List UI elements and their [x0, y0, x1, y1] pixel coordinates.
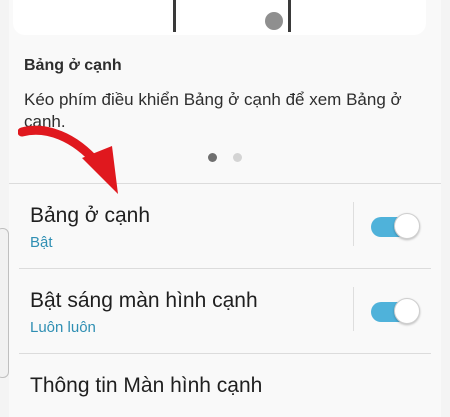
setting-status: Luôn luôn [30, 319, 96, 336]
toggle-knob [394, 298, 420, 324]
edge-panel-handle[interactable] [0, 228, 9, 378]
red-curved-arrow-icon [18, 125, 118, 194]
setting-row-edge-lighting[interactable]: Bật sáng màn hình cạnh Luôn luôn [9, 269, 441, 353]
setting-title: Bật sáng màn hình cạnh [30, 289, 258, 312]
edge-panel-info-title: Bảng ở cạnh [24, 57, 122, 74]
edge-panel-preview [13, 0, 426, 35]
toggle-knob [394, 213, 420, 239]
page-indicator [208, 153, 242, 163]
preview-handle-dot [265, 12, 283, 30]
page-dot-active [208, 153, 217, 162]
setting-status: Bật [30, 234, 53, 251]
setting-row-edge-screen-info[interactable]: Thông tin Màn hình cạnh [9, 354, 441, 417]
edge-lighting-toggle[interactable] [371, 297, 420, 324]
setting-title: Thông tin Màn hình cạnh [30, 374, 263, 397]
page-dot-inactive[interactable] [233, 153, 242, 162]
edge-screen-settings: Bảng ở cạnh Kéo phím điều khiển Bảng ở c… [0, 0, 450, 417]
row-separator [353, 287, 354, 331]
row-separator [353, 202, 354, 246]
edge-panels-toggle[interactable] [371, 212, 420, 239]
